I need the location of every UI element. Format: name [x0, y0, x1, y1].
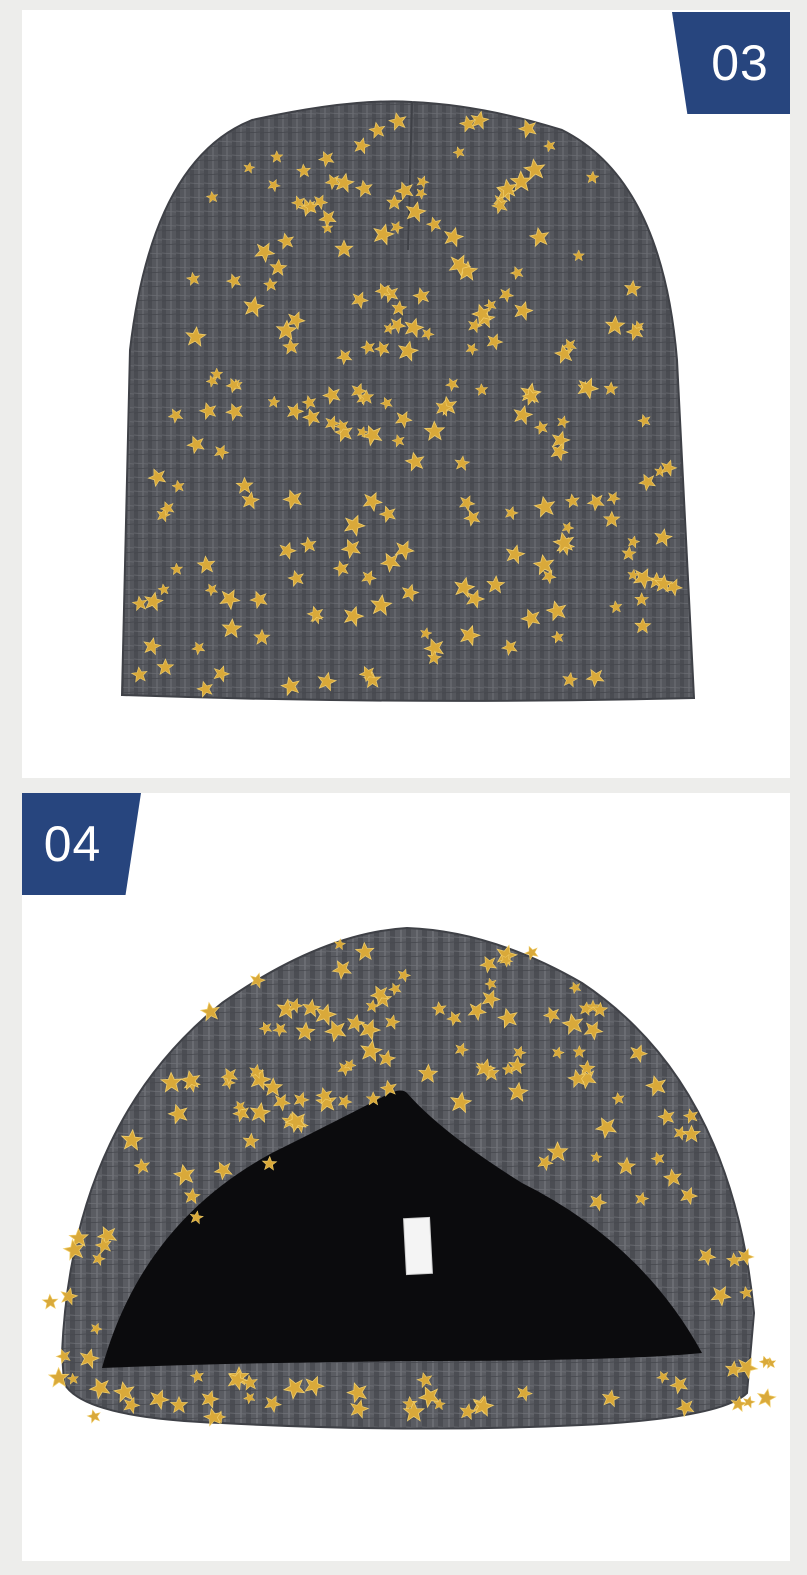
product-image-panel-04: 04: [22, 793, 790, 1561]
panel-number-badge: 03: [672, 12, 790, 114]
care-label: [403, 1216, 433, 1276]
panel-number-badge: 04: [22, 793, 141, 895]
star-mark: [41, 1293, 59, 1310]
beanie-flat-photo: [120, 100, 696, 702]
beanie-inside-photo: [41, 926, 778, 1430]
product-image-panel-03: 03: [22, 10, 790, 778]
star-mark: [85, 1407, 103, 1424]
star-mark: [755, 1386, 778, 1409]
